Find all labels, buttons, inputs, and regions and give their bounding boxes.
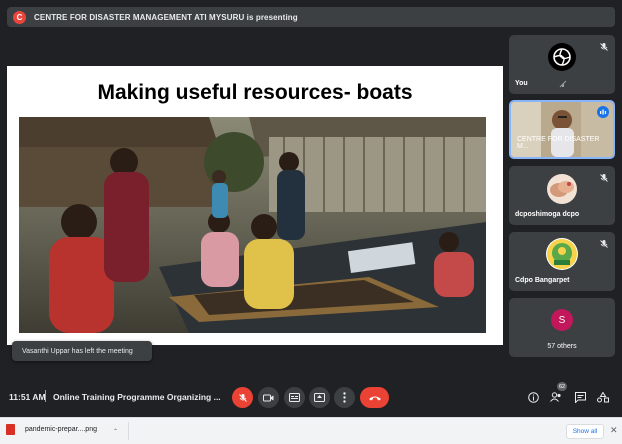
avatar [547, 174, 577, 204]
presenter-avatar: C [13, 10, 26, 24]
divider [128, 422, 129, 440]
image-file-icon [6, 424, 15, 435]
show-all-button[interactable]: Show all [566, 424, 604, 439]
others-count: 57 others [547, 343, 577, 350]
participant-tile-presenter[interactable]: CENTRE FOR DISASTER M... [509, 100, 615, 159]
participant-tile-you[interactable]: You [509, 35, 615, 94]
participant-tile-dcposhimoga[interactable]: dcposhimoga dcpo [509, 166, 615, 225]
participant-name: CENTRE FOR DISASTER M... [517, 136, 600, 150]
activities-button[interactable] [596, 390, 610, 404]
shared-screen: Making useful resources- boats [7, 66, 503, 345]
mic-off-icon [238, 393, 247, 402]
glyph-avatar-icon [548, 43, 576, 71]
people-icon [550, 392, 561, 402]
close-icon[interactable]: ✕ [610, 426, 618, 435]
download-bar: pandemic-prepar....png ⌃ Show all ✕ [0, 417, 622, 444]
divider [45, 390, 46, 402]
presenting-banner: C CENTRE FOR DISASTER MANAGEMENT ATI MYS… [7, 7, 615, 27]
speaking-indicator-icon [597, 106, 609, 118]
participant-tile-cdpo-bangarpet[interactable]: Cdpo Bangarpet [509, 232, 615, 291]
participant-count-badge: 62 [557, 382, 567, 391]
mic-off-icon [600, 174, 608, 182]
camera-icon [263, 394, 274, 401]
chevron-up-icon[interactable]: ⌃ [113, 428, 118, 435]
presenting-text: CENTRE FOR DISASTER MANAGEMENT ATI MYSUR… [34, 12, 298, 22]
leave-call-button[interactable] [360, 387, 389, 408]
participant-name: You [515, 80, 528, 87]
present-screen-icon [314, 393, 325, 402]
chat-icon [574, 391, 586, 403]
chat-button[interactable] [573, 390, 587, 404]
download-file-name: pandemic-prepar....png [25, 426, 97, 433]
activities-icon [597, 391, 609, 402]
meeting-title: Online Training Programme Organizing ... [53, 392, 221, 402]
clock: 11:51 AM [9, 392, 46, 402]
end-call-icon [368, 396, 381, 400]
captions-icon [289, 393, 300, 402]
mic-toggle-button[interactable] [232, 387, 253, 408]
meeting-details-button[interactable] [526, 390, 540, 404]
present-button[interactable] [309, 387, 330, 408]
avatar: S [551, 309, 573, 331]
camera-toggle-button[interactable] [258, 387, 279, 408]
more-vert-icon [343, 392, 346, 403]
people-button[interactable] [549, 390, 563, 404]
emblem-logo-icon [546, 238, 578, 270]
mic-off-icon [600, 43, 608, 51]
participant-name: dcposhimoga dcpo [515, 211, 580, 218]
more-options-button[interactable] [334, 387, 355, 408]
captions-button[interactable] [284, 387, 305, 408]
slide-photo [19, 117, 486, 333]
download-item[interactable]: pandemic-prepar....png [6, 424, 97, 435]
participant-tile-others[interactable]: S 57 others [509, 298, 615, 357]
info-icon [527, 391, 539, 403]
notification-toast: Vasanthi Uppar has left the meeting [12, 341, 152, 361]
mic-off-icon [600, 240, 608, 248]
participant-name: Cdpo Bangarpet [515, 277, 570, 284]
slide-title: Making useful resources- boats [97, 81, 413, 104]
pin-off-icon [559, 80, 567, 88]
